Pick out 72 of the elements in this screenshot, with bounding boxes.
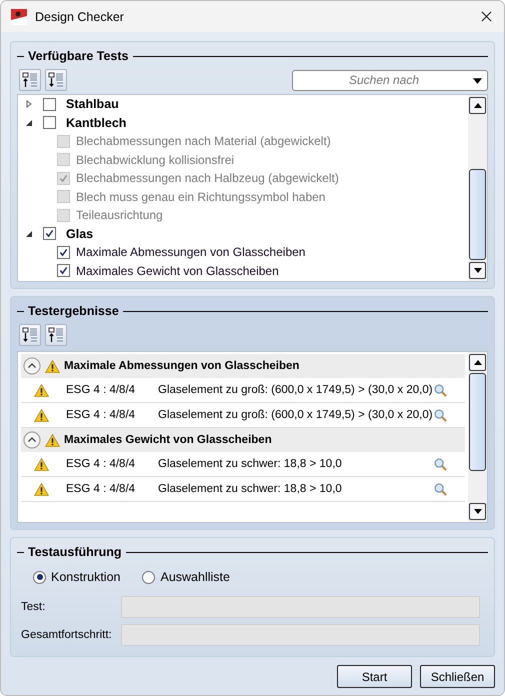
warning-icon	[45, 360, 60, 372]
test-label: Maximales Gewicht von Glasscheiben	[76, 264, 279, 278]
radio-circle[interactable]	[33, 570, 46, 584]
expanded-triangle-icon[interactable]	[25, 118, 33, 127]
magnifier-icon[interactable]	[434, 458, 447, 470]
section-title: Testausführung	[28, 545, 122, 559]
table-cell-text: ESG 4 : 4/8/4	[65, 409, 136, 421]
tree-down-arrow-icon	[48, 72, 64, 88]
test-label: Blech muss genau ein Richtungssymbol haben	[76, 190, 326, 204]
group-label: Kantblech	[66, 116, 126, 130]
test-label: Blechabwicklung kollisionsfrei	[76, 152, 234, 167]
table-cell-text: Glaselement zu groß: (600,0 x 1749,5) > (30,0 x 20,0)	[157, 384, 434, 396]
table-cell-text: Glaselement zu schwer: 18,8 > 10,0	[157, 483, 343, 495]
warning-icon	[45, 434, 60, 446]
expanded-triangle-icon[interactable]	[25, 230, 33, 238]
tree-up-arrow-icon	[48, 327, 64, 343]
up-arrow-icon	[474, 103, 482, 108]
expand-all-button[interactable]	[19, 324, 41, 346]
warning-icon	[34, 384, 48, 396]
section-title: Testergebnisse	[28, 304, 119, 318]
tree-down-arrow-icon	[22, 327, 38, 343]
table-cell-text: ESG 4 : 4/8/4	[65, 384, 136, 396]
dialog-button[interactable]: Start	[337, 665, 412, 688]
test-label: Teileausrichtung	[76, 208, 163, 222]
search-field[interactable]: Suchen nach	[292, 70, 488, 90]
magnifier-icon[interactable]	[434, 384, 447, 396]
warning-icon	[34, 408, 48, 422]
magnifier-icon[interactable]	[434, 408, 447, 422]
group-title: Maximale Abmessungen von Glasscheiben	[64, 360, 300, 372]
window-title: Design Checker	[35, 10, 125, 24]
radio-button[interactable]: Auswahlliste	[142, 570, 230, 584]
up-arrow-icon	[474, 360, 482, 365]
field-label: Gesamtfortschritt:	[21, 629, 113, 641]
table-cell-text: Glaselement zu schwer: 18,8 > 10,0	[157, 458, 343, 470]
magnifier-icon[interactable]	[434, 482, 447, 496]
section-title: Verfügbare Tests	[28, 49, 129, 63]
group-label: Stahlbau	[66, 97, 119, 112]
table-cell-text: ESG 4 : 4/8/4	[65, 483, 136, 495]
tree-up-arrow-icon	[22, 72, 38, 88]
test-label: Blechabmessungen nach Halbzeug (abgewickelt)	[76, 171, 339, 186]
scrollbar[interactable]	[468, 352, 487, 522]
checkbox[interactable]	[43, 116, 56, 130]
radio-button[interactable]: Konstruktion	[33, 570, 120, 584]
group-title: Maximales Gewicht von Glasscheiben	[64, 434, 272, 446]
dropdown-arrow-icon	[473, 78, 482, 84]
down-arrow-icon	[474, 509, 482, 514]
chevron-up-icon[interactable]	[23, 431, 41, 449]
expand-all-button[interactable]	[45, 69, 67, 91]
collapse-all-button[interactable]	[19, 69, 41, 91]
group-label: Glas	[66, 226, 94, 241]
checkbox[interactable]	[43, 98, 56, 111]
close-icon[interactable]	[481, 11, 492, 22]
checkbox[interactable]	[57, 264, 70, 278]
field-label: Test:	[21, 601, 46, 613]
warning-icon	[34, 482, 48, 496]
app-icon	[11, 8, 27, 24]
chevron-up-icon[interactable]	[23, 357, 41, 375]
collapsed-triangle-icon[interactable]	[25, 100, 33, 108]
checkbox[interactable]	[57, 246, 70, 259]
table-cell-text: Glaselement zu groß: (600,0 x 1749,5) > (30,0 x 20,0)	[157, 409, 434, 421]
test-label: Blechabmessungen nach Material (abgewickelt)	[76, 134, 331, 148]
dialog-button[interactable]: Schließen	[420, 665, 495, 688]
table-cell-text: ESG 4 : 4/8/4	[65, 458, 136, 470]
test-label: Maximale Abmessungen von Glasscheiben	[76, 245, 306, 260]
warning-icon	[34, 458, 48, 470]
group-header[interactable]: Maximales Gewicht von Glasscheiben	[21, 428, 465, 452]
checkbox[interactable]	[43, 227, 56, 240]
radio-circle[interactable]	[142, 570, 156, 584]
scrollbar[interactable]	[468, 95, 487, 281]
down-arrow-icon	[474, 268, 482, 273]
group-header[interactable]: Maximale Abmessungen von Glasscheiben	[21, 354, 465, 378]
collapse-all-button[interactable]	[45, 324, 67, 346]
